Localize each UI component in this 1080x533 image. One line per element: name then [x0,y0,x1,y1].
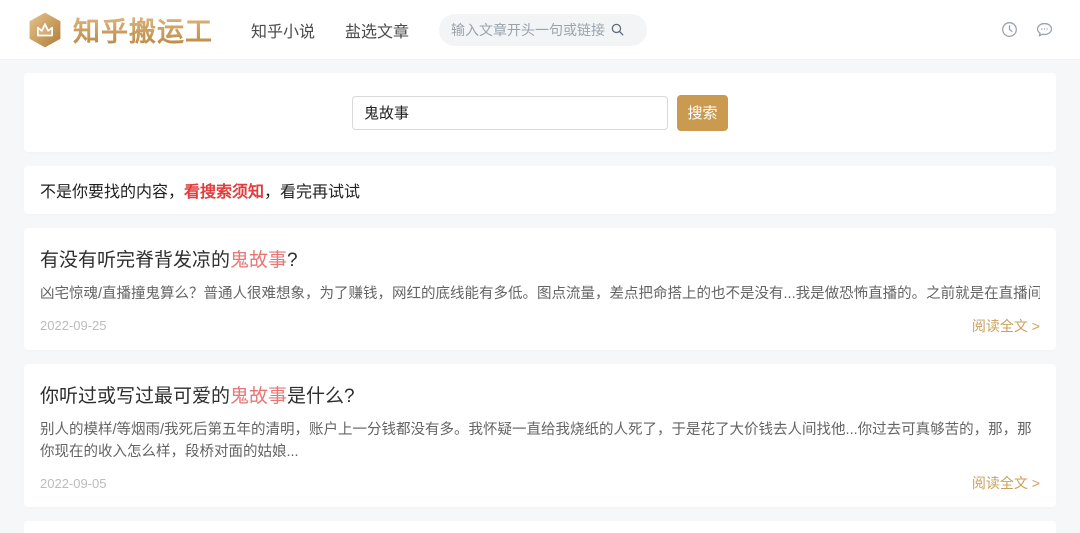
result-card: 有什么让人听了脊背发凉的鬼故事? [24,521,1056,533]
notice-text-pre: 不是你要找的内容， [40,184,185,201]
read-full-text-link[interactable]: 阅读全文 > [972,316,1040,336]
result-title-link[interactable]: 你听过或写过最可爱的鬼故事是什么? [40,381,1040,408]
title-keyword-highlight: 鬼故事 [230,250,288,271]
result-snippet: 别人的模样/等烟雨/我死后第五年的清明，账户上一分钱都没有多。我怀疑一直给我烧纸… [40,420,1040,464]
brand-title: 知乎搬运工 [73,10,213,49]
history-clock-icon[interactable] [1000,20,1019,39]
search-icon[interactable] [609,21,626,38]
title-keyword-highlight: 鬼故事 [230,385,288,407]
header-search-input[interactable] [451,21,610,38]
read-full-text-link[interactable]: 阅读全文 > [972,473,1040,493]
notice-bar: 不是你要找的内容， 看搜索须知 ，看完再试试 [24,166,1056,214]
feedback-chat-icon[interactable] [1035,20,1054,39]
result-title-link[interactable]: 有没有听完脊背发凉的鬼故事? [40,245,1040,272]
snippet-text: 凶宅惊魂/直播撞鬼算么？普通人很难想象，为了赚钱，网红的底线能有多低。图点流量，… [40,286,1040,302]
title-text: ? [287,250,298,271]
main-nav: 知乎小说 盐选文章 [251,18,409,42]
main-content: 搜索 不是你要找的内容， 看搜索须知 ，看完再试试 有没有听完脊背发凉的鬼故事?… [0,60,1080,533]
brand-logo[interactable]: 知乎搬运工 [26,10,213,49]
search-button[interactable]: 搜索 [677,94,728,131]
result-footer: 2022-09-25 阅读全文 > [40,316,1040,336]
result-date: 2022-09-25 [40,318,107,334]
result-card: 有没有听完脊背发凉的鬼故事? 凶宅惊魂/直播撞鬼算么？普通人很难想象，为了赚钱，… [24,228,1056,350]
result-footer: 2022-09-05 阅读全文 > [40,473,1040,493]
header-actions [1000,20,1054,39]
result-card: 你听过或写过最可爱的鬼故事是什么? 别人的模样/等烟雨/我死后第五年的清明，账户… [24,363,1056,508]
notice-text-post: ，看完再试试 [264,184,361,201]
nav-item-zhihu-novel[interactable]: 知乎小说 [251,18,315,42]
title-text: 是什么? [287,385,355,407]
header: 知乎搬运工 知乎小说 盐选文章 [0,0,1080,60]
title-text: 有没有听完脊背发凉的 [40,250,231,271]
hexagon-crown-icon [26,11,64,49]
search-card: 搜索 [24,73,1056,152]
nav-item-salt-articles[interactable]: 盐选文章 [345,18,409,42]
result-date: 2022-09-05 [40,475,107,491]
result-snippet: 凶宅惊魂/直播撞鬼算么？普通人很难想象，为了赚钱，网红的底线能有多低。图点流量，… [40,284,1040,306]
search-query-input[interactable] [352,95,668,130]
title-text: 你听过或写过最可爱的 [40,385,231,407]
snippet-text: 别人的模样/等烟雨/我死后第五年的清明，账户上一分钱都没有多。我怀疑一直给我烧纸… [40,421,1032,460]
notice-rules-link[interactable]: 看搜索须知 [184,178,264,202]
header-search-pill[interactable] [439,13,648,46]
